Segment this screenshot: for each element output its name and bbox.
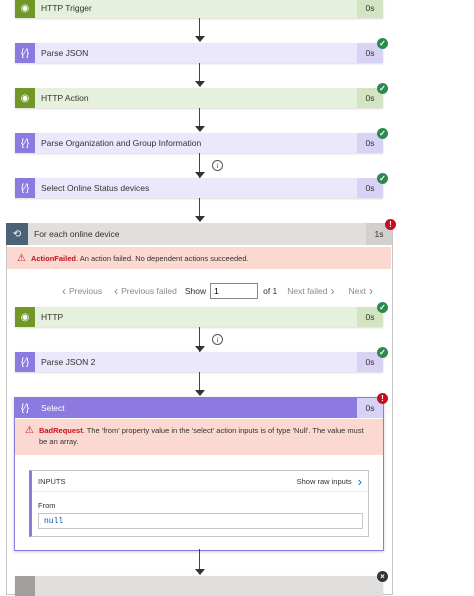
step-http-trigger[interactable]: ◉ HTTP Trigger 0s xyxy=(15,0,383,18)
step-icon xyxy=(15,576,35,596)
step-label: Parse JSON xyxy=(41,48,89,58)
inputs-header: INPUTS Show raw inputs › xyxy=(32,471,368,492)
chevron-right-icon[interactable]: › xyxy=(369,284,373,298)
step-duration: 0s xyxy=(357,0,383,18)
step-label: Select Online Status devices xyxy=(41,183,150,193)
error-text: . An action failed. No dependent actions… xyxy=(75,253,249,263)
check-icon: ✓ xyxy=(377,302,388,313)
check-icon: ✓ xyxy=(377,173,388,184)
pager: ‹ Previous ‹ Previous failed Show of 1 N… xyxy=(62,283,373,299)
braces-icon: {⁄} xyxy=(15,178,35,198)
chevron-left-icon[interactable]: ‹ xyxy=(62,284,66,298)
http-globe-icon: ◉ xyxy=(15,88,35,108)
foreach-error-banner: ⚠ ActionFailed. An action failed. No dep… xyxy=(7,247,391,269)
chevron-right-icon: › xyxy=(357,473,362,489)
step-label: Select xyxy=(35,398,357,418)
next-failed-button[interactable]: Next failed xyxy=(287,286,327,296)
previous-failed-button[interactable]: Previous failed xyxy=(121,286,177,296)
check-icon: ✓ xyxy=(377,128,388,139)
show-raw-label: Show raw inputs xyxy=(296,476,352,486)
from-label: From xyxy=(38,501,56,510)
http-globe-icon: ◉ xyxy=(15,0,35,18)
check-icon: ✓ xyxy=(377,347,388,358)
error-icon: ! xyxy=(385,219,396,230)
show-label: Show xyxy=(184,286,207,296)
loop-icon: ⟲ xyxy=(6,223,28,245)
error-text: . The 'from' property value in the 'sele… xyxy=(38,426,364,446)
arrow-down-icon xyxy=(195,216,205,222)
step-parse-organization[interactable]: {⁄} Parse Organization and Group Informa… xyxy=(15,133,383,153)
check-icon: ✓ xyxy=(377,83,388,94)
arrow-down-icon xyxy=(195,390,205,396)
step-next-skipped[interactable] xyxy=(15,576,383,596)
braces-icon: {⁄} xyxy=(15,43,35,63)
step-label: HTTP Trigger xyxy=(41,3,92,13)
braces-icon: {⁄} xyxy=(15,133,35,153)
next-button[interactable]: Next xyxy=(348,286,365,296)
step-label xyxy=(35,576,383,596)
warning-icon: ⚠ xyxy=(25,425,34,436)
step-parse-json[interactable]: {⁄} Parse JSON 0s xyxy=(15,43,383,63)
step-select[interactable]: {⁄} Select 0s xyxy=(15,398,383,418)
http-globe-icon: ◉ xyxy=(15,307,35,327)
page-count: of 1 xyxy=(263,286,278,296)
chevron-left-icon[interactable]: ‹ xyxy=(114,284,118,298)
arrow-down-icon xyxy=(195,569,205,575)
warning-icon: ⚠ xyxy=(17,252,26,264)
step-http-action[interactable]: ◉ HTTP Action 0s xyxy=(15,88,383,108)
arrow-down-icon xyxy=(195,81,205,87)
step-label: Parse JSON 2 xyxy=(41,357,96,367)
from-value: null xyxy=(44,516,64,526)
info-icon[interactable]: i xyxy=(212,334,223,345)
step-label: Parse Organization and Group Information xyxy=(41,138,202,148)
select-error-banner: ⚠ BadRequest. The 'from' property value … xyxy=(15,419,383,455)
braces-icon: {⁄} xyxy=(15,352,35,372)
error-title: BadRequest xyxy=(38,426,83,435)
show-raw-inputs-link[interactable]: Show raw inputs › xyxy=(297,474,362,489)
inputs-title: INPUTS xyxy=(38,476,66,486)
braces-icon: {⁄} xyxy=(15,398,35,418)
previous-button[interactable]: Previous xyxy=(69,286,102,296)
error-title: ActionFailed xyxy=(30,253,76,263)
chevron-right-icon[interactable]: › xyxy=(330,284,334,298)
info-icon[interactable]: i xyxy=(212,160,223,171)
step-label: HTTP Action xyxy=(41,93,89,103)
inputs-panel: INPUTS Show raw inputs › From null xyxy=(29,470,369,537)
step-http[interactable]: ◉ HTTP 0s xyxy=(15,307,383,327)
error-message: BadRequest. The 'from' property value in… xyxy=(39,425,373,447)
error-message: ActionFailed. An action failed. No depen… xyxy=(31,254,249,263)
arrow-down-icon xyxy=(195,36,205,42)
from-value-field[interactable]: null xyxy=(38,513,363,529)
check-icon: ✓ xyxy=(377,38,388,49)
foreach-header[interactable]: ⟲ For each online device 1s xyxy=(6,223,392,245)
page-input[interactable] xyxy=(210,283,259,299)
step-parse-json-2[interactable]: {⁄} Parse JSON 2 0s xyxy=(15,352,383,372)
step-select-online[interactable]: {⁄} Select Online Status devices 0s xyxy=(15,178,383,198)
step-label: HTTP xyxy=(41,312,64,322)
close-icon: × xyxy=(377,571,388,582)
foreach-label: For each online device xyxy=(34,229,120,239)
arrow-down-icon xyxy=(195,126,205,132)
error-icon: ! xyxy=(377,393,388,404)
